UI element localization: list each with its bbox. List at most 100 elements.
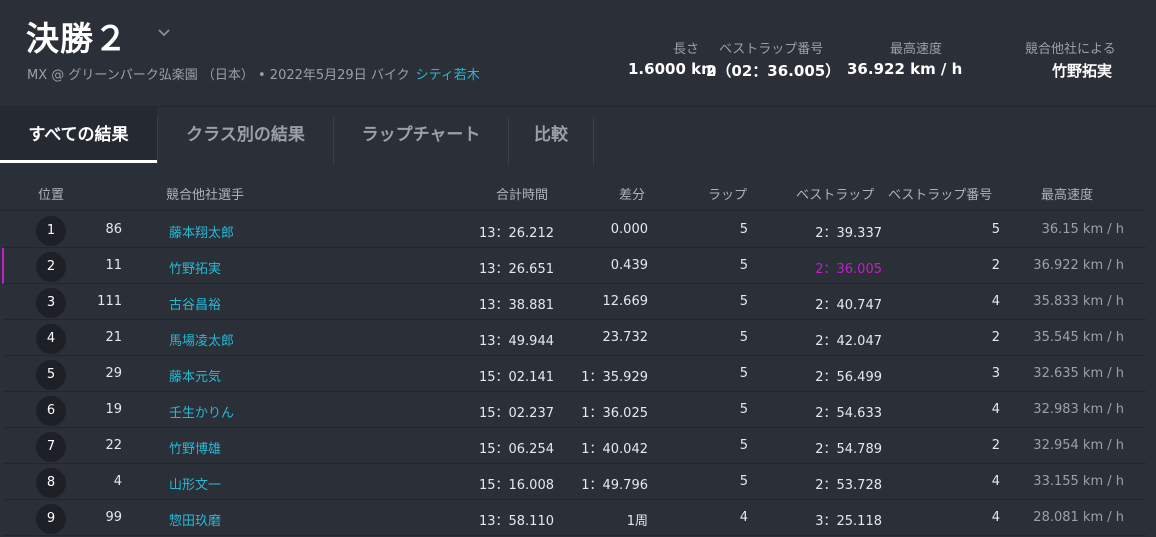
col-position[interactable]: 位置 [38, 184, 64, 203]
col-laps[interactable]: ラップ [708, 184, 747, 203]
best-lap: 2：54.633 [815, 406, 882, 421]
total-time: 15：06.254 [478, 442, 554, 457]
bib-number: 99 [105, 510, 122, 525]
bib-number: 86 [105, 222, 122, 237]
laps: 4 [739, 510, 748, 525]
best-lap: 2：40.747 [815, 298, 882, 313]
total-time: 15：02.141 [478, 370, 554, 385]
rider-name-link[interactable]: 古谷昌裕 [169, 294, 221, 313]
gap: 1：40.042 [581, 442, 648, 457]
best-lap-number: 5 [991, 222, 1000, 237]
tab-compare[interactable]: 比較 [509, 107, 593, 163]
best-lap-number: 4 [991, 510, 1000, 525]
length-value: 1.6000 km [628, 60, 717, 78]
race-header: 決勝２ MX @ グリーンパーク弘楽園 （日本） • 2022年5月29日 バイ… [0, 0, 1156, 100]
laps: 5 [739, 402, 748, 417]
results-tabs: すべての結果 クラス別の結果 ラップチャート 比較 [0, 106, 1156, 165]
table-row[interactable]: 8 4 山形文一 15：16.008 1：49.796 5 2：53.728 4 33.155 … [4, 464, 1146, 500]
best-lap-number: 4 [991, 402, 1000, 417]
rider-name-link[interactable]: 竹野拓実 [169, 258, 221, 277]
gap: 0.439 [610, 258, 648, 273]
top-speed: 32.635 km / h [1033, 366, 1124, 381]
rider-name-link[interactable]: 藤本元気 [169, 366, 221, 385]
tab-divider [593, 117, 594, 165]
length-label: 長さ [673, 42, 700, 57]
gap: 1：35.929 [581, 370, 648, 385]
table-row[interactable]: 3 111 古谷昌裕 13：38.881 12.669 5 2：40.747 4 35.833 … [4, 284, 1146, 320]
laps: 5 [739, 474, 748, 489]
position-badge: 3 [36, 288, 66, 318]
rider-name-link[interactable]: 惣田玖磨 [169, 510, 221, 529]
by-competitor-label: 競合他社による [1025, 42, 1116, 57]
table-row[interactable]: 9 99 惣田玖磨 13：58.110 1周 4 3：25.118 4 28.081 km / … [4, 500, 1146, 536]
rider-name-link[interactable]: 壬生かりん [169, 402, 234, 421]
bib-number: 22 [105, 438, 122, 453]
total-time: 13：26.651 [478, 262, 554, 277]
gap: 1周 [626, 514, 648, 529]
laps: 5 [739, 294, 748, 309]
best-lap-number: 2 [991, 330, 1000, 345]
best-lap-number: 4 [991, 474, 1000, 489]
tab-lap-chart[interactable]: ラップチャート [334, 107, 508, 163]
position-badge: 2 [36, 252, 66, 282]
total-time: 13：58.110 [478, 514, 554, 529]
laps: 5 [739, 222, 748, 237]
col-top-speed[interactable]: 最高速度 [1041, 184, 1093, 203]
venue-link[interactable]: シティ若木 [416, 68, 480, 83]
best-lap: 2：36.005 [815, 262, 882, 277]
rider-name-link[interactable]: 藤本翔太郎 [169, 222, 234, 241]
best-lap-number: 2 [991, 258, 1000, 273]
table-row[interactable]: 7 22 竹野博雄 15：06.254 1：40.042 5 2：54.789 2 32.954… [4, 428, 1146, 464]
total-time: 13：26.212 [478, 226, 554, 241]
top-speed: 32.983 km / h [1033, 402, 1124, 417]
gap: 12.669 [602, 294, 649, 309]
laps: 5 [739, 366, 748, 381]
gap: 1：36.025 [581, 406, 648, 421]
tab-class-results[interactable]: クラス別の結果 [158, 107, 333, 163]
rider-name-link[interactable]: 竹野博雄 [169, 438, 221, 457]
top-speed-value: 36.922 km / h [847, 60, 963, 78]
gap: 0.000 [610, 222, 648, 237]
best-lap-number: 2 [991, 438, 1000, 453]
top-speed: 35.545 km / h [1033, 330, 1124, 345]
best-lap: 2：56.499 [815, 370, 882, 385]
position-badge: 8 [36, 468, 66, 498]
col-best-lap[interactable]: ベストラップ [796, 184, 874, 203]
best-lap-number: 4 [991, 294, 1000, 309]
best-lap: 2：53.728 [815, 478, 882, 493]
best-lap-no-value: 2（02：36.005） [706, 62, 841, 80]
bib-number: 11 [105, 258, 122, 273]
table-row[interactable]: 5 29 藤本元気 15：02.141 1：35.929 5 2：56.499 3 32.635… [4, 356, 1146, 392]
top-speed: 32.954 km / h [1033, 438, 1124, 453]
position-badge: 6 [36, 396, 66, 426]
tab-all-results[interactable]: すべての結果 [0, 107, 157, 163]
rider-name-link[interactable]: 馬場凌太郎 [169, 330, 234, 349]
col-gap[interactable]: 差分 [619, 184, 645, 203]
top-speed: 36.15 km / h [1041, 222, 1124, 237]
col-best-lap-no[interactable]: ベストラップ番号 [888, 184, 992, 203]
bib-number: 29 [105, 366, 122, 381]
table-row[interactable]: 2 11 竹野拓実 13：26.651 0.439 5 2：36.005 2 36.922 km… [2, 248, 1146, 284]
table-row[interactable]: 4 21 馬場凌太郎 13：49.944 23.732 5 2：42.047 2 35.545 … [4, 320, 1146, 356]
top-speed: 35.833 km / h [1033, 294, 1124, 309]
best-lap: 3：25.118 [815, 514, 882, 529]
event-info: MX @ グリーンパーク弘楽園 （日本） • 2022年5月29日 バイク [27, 68, 410, 83]
page-title: 決勝２ [26, 19, 128, 58]
table-header: 位置 競合他社選手 合計時間 差分 ラップ ベストラップ ベストラップ番号 最高… [0, 172, 1146, 211]
top-speed: 36.922 km / h [1033, 258, 1124, 273]
position-badge: 1 [36, 216, 66, 246]
top-speed-label: 最高速度 [890, 42, 943, 57]
laps: 5 [739, 438, 748, 453]
total-time: 13：49.944 [478, 334, 554, 349]
col-rider[interactable]: 競合他社選手 [166, 184, 244, 203]
col-total-time[interactable]: 合計時間 [496, 184, 548, 203]
rider-name-link[interactable]: 山形文一 [169, 474, 221, 493]
table-row[interactable]: 1 86 藤本翔太郎 13：26.212 0.000 5 2：39.337 5 36.15 km… [4, 212, 1146, 248]
chevron-down-icon[interactable] [157, 26, 171, 40]
table-row[interactable]: 6 19 壬生かりん 15：02.237 1：36.025 5 2：54.633 4 32.98… [4, 392, 1146, 428]
bib-number: 111 [97, 294, 122, 309]
event-subtitle: MX @ グリーンパーク弘楽園 （日本） • 2022年5月29日 バイク シティ… [27, 64, 480, 83]
position-badge: 5 [36, 360, 66, 390]
top-speed: 28.081 km / h [1033, 510, 1124, 525]
bib-number: 4 [113, 474, 122, 489]
